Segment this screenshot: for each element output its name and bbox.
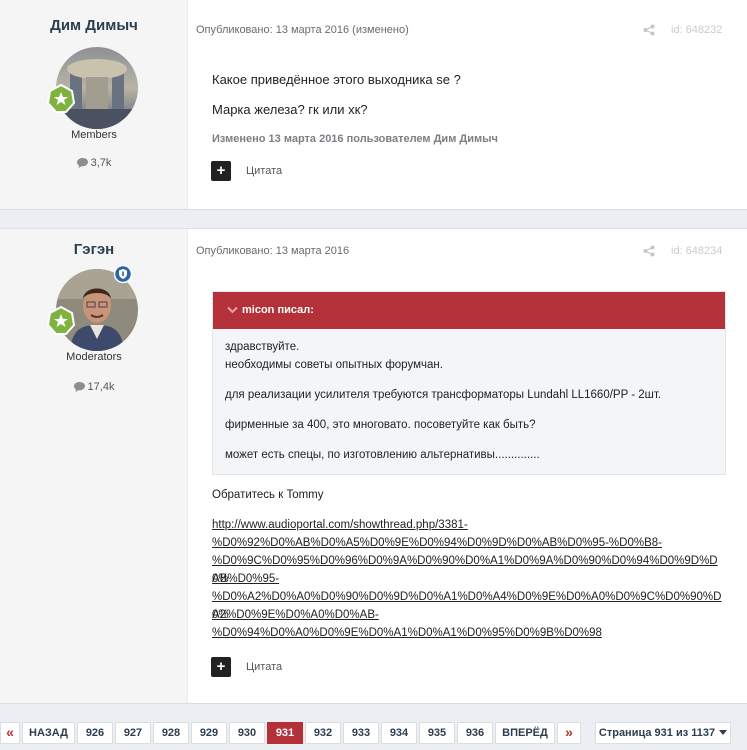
author-name[interactable]: Дим Димыч [0,17,188,34]
pagination-page[interactable]: 936 [457,722,493,744]
rank-badge-icon [46,84,76,113]
reputation: 17,4k [0,381,188,393]
pagination-page[interactable]: 929 [191,722,227,744]
caret-down-icon [719,730,728,735]
avatar-wrap [46,265,138,351]
page-jump-label: Страница 931 из 1137 [598,727,716,739]
post-text-line: Какое приведённое этого выходника se ? [212,72,461,87]
share-icon[interactable] [643,245,655,257]
pagination-page-active[interactable]: 931 [267,722,303,744]
quote-line: здравствуйте. [225,341,300,353]
quote-line: для реализации усилителя требуются транс… [225,389,662,401]
external-link[interactable]: A2%D0%9E%D0%A0%D0%AB- [212,606,732,624]
comment-icon [76,158,88,168]
post-meta[interactable]: Опубликовано: 13 марта 2016 [196,245,349,257]
pagination-page[interactable]: 933 [343,722,379,744]
external-link[interactable]: http://www.audioportal.com/showthread.ph… [212,516,732,534]
page-jump-dropdown[interactable]: Страница 931 из 1137 [595,722,731,744]
external-link[interactable]: AB%D0%95- [212,570,732,588]
pagination-page[interactable]: 928 [153,722,189,744]
avatar-wrap [46,47,138,129]
quote-line: может есть спецы, по изготовлению альтер… [225,449,540,461]
multiquote-add-button[interactable]: + [211,657,231,677]
pagination-page[interactable]: 927 [115,722,151,744]
chevron-down-icon [227,306,238,314]
reputation: 3,7k [0,157,188,169]
quote-button[interactable]: Цитата [246,661,282,673]
pagination-last[interactable]: » [557,722,581,744]
author-panel: Дим Димыч Members 3,7k [0,0,188,209]
edited-note: Изменено 13 марта 2016 пользователем Дим… [212,133,498,145]
reply-text: Обратитесь к Tommy [212,489,324,501]
author-group: Moderators [66,351,122,363]
pagination-page[interactable]: 930 [229,722,265,744]
pagination-next[interactable]: ВПЕРЁД [495,722,555,744]
quote-block: micon писал: здравствуйте. необходимы со… [212,291,726,475]
post-id: id: 648234 [671,245,723,257]
pagination-page[interactable]: 935 [419,722,455,744]
rank-badge-icon [46,306,76,335]
pagination-first[interactable]: « [0,722,20,744]
post-text-line: Марка железа? гк или хк? [212,102,368,117]
external-link[interactable]: %D0%94%D0%A0%D0%9E%D0%A1%D0%A1%D0%95%D0%… [212,624,732,642]
post-648234: Гэгэн Moderators 17,4k Опубликовано: 13 … [0,228,747,704]
share-icon[interactable] [643,24,655,36]
author-panel: Гэгэн Moderators 17,4k [0,229,188,703]
pagination-page[interactable]: 934 [381,722,417,744]
post-id: id: 648232 [671,24,723,36]
author-group: Members [71,129,117,141]
quote-button[interactable]: Цитата [246,165,282,177]
pagination-page[interactable]: 926 [77,722,113,744]
author-name[interactable]: Гэгэн [0,241,188,258]
comment-icon [73,382,85,392]
post-meta[interactable]: Опубликовано: 13 марта 2016 (изменено) [196,24,409,36]
reputation-count: 17,4k [87,381,115,393]
pagination-page[interactable]: 932 [305,722,341,744]
quote-line: фирменные за 400, это многовато. посовет… [225,419,536,431]
pagination-prev[interactable]: НАЗАД [22,722,75,744]
quote-line: необходимы советы опытных форумчан. [225,359,443,371]
quote-author: micon писал: [242,304,314,316]
moderator-shield-icon [114,265,132,283]
quote-header[interactable]: micon писал: [213,292,725,329]
multiquote-add-button[interactable]: + [211,161,231,181]
external-link[interactable]: %D0%92%D0%AB%D0%A5%D0%9E%D0%94%D0%9D%D0%… [212,534,732,552]
reputation-count: 3,7k [90,157,112,169]
post-648232: Дим Димыч Members 3,7k Опубликовано: 13 … [0,0,747,210]
